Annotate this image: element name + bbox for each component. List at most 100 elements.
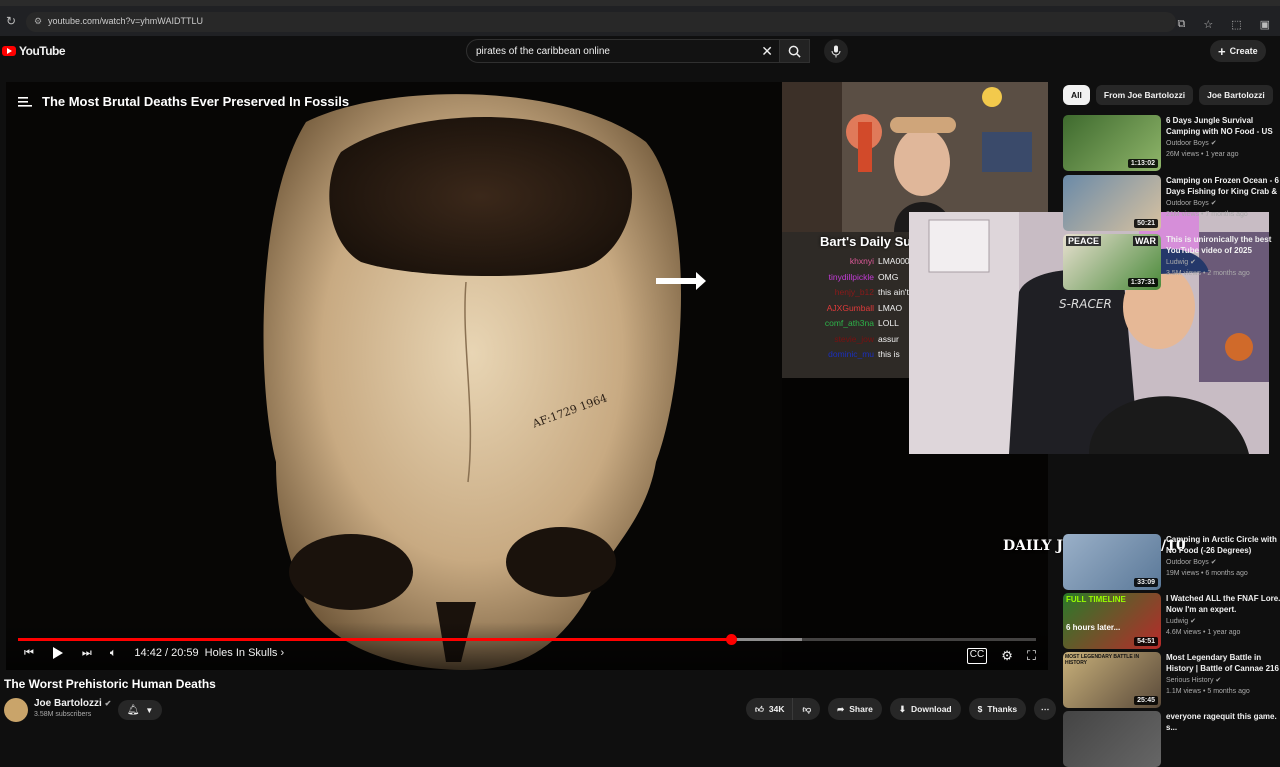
player-controls: ⏮ ⏭ 🔈︎ 14:42 / 20:59 Holes In Skulls › C… <box>6 622 1048 670</box>
recommendation-views: 21M views • 7 months ago <box>1166 211 1248 218</box>
chip-all[interactable]: All <box>1063 85 1090 105</box>
recommendation-channel[interactable]: Ludwig ✔ <box>1166 617 1196 625</box>
close-icon[interactable]: ✕ <box>761 43 773 60</box>
chip-channel[interactable]: Joe Bartolozzi <box>1199 85 1273 105</box>
chat-text: LOLL <box>878 318 899 328</box>
video-thumbnail[interactable]: MOST LEGENDARY BATTLE IN HISTORY 25:45 <box>1063 652 1161 708</box>
settings-gear-icon[interactable]: ⚙ <box>1001 648 1013 664</box>
download-icon: ⬇ <box>898 703 906 714</box>
create-button[interactable]: + Create <box>1210 40 1266 62</box>
recommendation-title[interactable]: Most Legendary Battle in History | Battl… <box>1166 652 1280 674</box>
chat-text: OMG <box>878 271 899 282</box>
thumb-text-hours: 6 hours later... <box>1066 623 1121 632</box>
like-button[interactable]: 👍︎ 34K <box>746 698 793 720</box>
recommendation-views: 19M views • 6 months ago <box>1166 570 1248 577</box>
chat-username: comf_ath3na <box>824 318 874 328</box>
bookmark-star-icon[interactable]: ☆ <box>1203 18 1213 31</box>
recommendation-title[interactable]: 6 Days Jungle Survival Camping with NO F… <box>1166 115 1280 137</box>
chevron-down-icon: ▼ <box>145 705 154 715</box>
sidebar-icon[interactable]: ▣ <box>1260 18 1270 31</box>
recommendation-item[interactable]: FULL TIMELINE 6 hours later... 54:51 I Watc… <box>1063 593 1280 649</box>
recommendation-item[interactable]: MOST LEGENDARY BATTLE IN HISTORY 25:45 Mos… <box>1063 652 1280 708</box>
recommendation-item[interactable]: everyone ragequit this game. s... <box>1063 711 1280 767</box>
chat-username: dominic_mu <box>828 349 874 359</box>
voice-search-button[interactable] <box>824 39 848 63</box>
youtube-play-icon <box>2 46 16 56</box>
channel-name[interactable]: Joe Bartolozzi ✔ <box>34 698 111 709</box>
search-input[interactable]: pirates of the caribbean online <box>476 46 610 57</box>
address-bar[interactable]: ⚙ youtube.com/watch?v=yhmWAIDTTLU <box>26 12 1176 32</box>
extensions-icon[interactable]: ⬚ <box>1231 18 1241 31</box>
avatar[interactable] <box>4 698 28 722</box>
previous-icon[interactable]: ⏮ <box>24 647 34 660</box>
video-actions: 👍︎ 34K 👎︎ ➦ Share ⬇ Download $ Thanks ⋯ <box>746 698 1057 720</box>
chat-text: this is <box>878 349 900 359</box>
recommendation-item[interactable]: 50:21 Camping on Frozen Ocean - 6 Days Fi… <box>1063 175 1280 231</box>
video-thumbnail[interactable]: FULL TIMELINE 6 hours later... 54:51 <box>1063 593 1161 649</box>
thumb-text-war: WAR <box>1133 236 1158 246</box>
chat-username: henjy_b12 <box>834 287 874 297</box>
video-thumbnail[interactable]: 33:09 <box>1063 534 1161 590</box>
recommendation-item[interactable]: 1:13:02 6 Days Jungle Survival Camping wi… <box>1063 115 1280 171</box>
address-url: youtube.com/watch?v=yhmWAIDTTLU <box>48 16 203 26</box>
subscriber-count: 3.58M subscribers <box>34 711 92 718</box>
recommendation-title[interactable]: everyone ragequit this game. s... <box>1166 711 1280 733</box>
chip-from-channel[interactable]: From Joe Bartolozzi <box>1095 85 1194 105</box>
next-icon[interactable]: ⏭ <box>82 647 92 660</box>
chat-text: LMAO <box>878 302 903 313</box>
recommendation-channel[interactable]: Outdoor Boys ✔ <box>1166 139 1217 147</box>
recommendation-views: 3.5M views • 2 months ago <box>1166 270 1250 277</box>
recommendation-channel[interactable]: Outdoor Boys ✔ <box>1166 558 1217 566</box>
fullscreen-icon[interactable]: ⛶ <box>1027 648 1036 664</box>
video-thumbnail[interactable]: PEACE WAR 1:37:31 <box>1063 234 1161 290</box>
more-actions-button[interactable]: ⋯ <box>1034 698 1057 720</box>
playlist-icon <box>18 96 32 107</box>
played-bar <box>18 638 731 641</box>
thumb-text-timeline: FULL TIMELINE <box>1066 595 1126 604</box>
video-thumbnail[interactable]: 1:13:02 <box>1063 115 1161 171</box>
video-thumbnail[interactable]: 50:21 <box>1063 175 1161 231</box>
thanks-button[interactable]: $ Thanks <box>968 698 1027 720</box>
recommendation-channel[interactable]: Outdoor Boys ✔ <box>1166 199 1217 207</box>
share-button[interactable]: ➦ Share <box>828 698 882 720</box>
youtube-logo[interactable]: YouTube <box>2 44 66 58</box>
recommendation-channel[interactable]: Serious History ✔ <box>1166 676 1221 684</box>
notification-bell-button[interactable]: 🔔︎ ▼ <box>118 700 162 720</box>
share-icon: ➦ <box>837 703 845 714</box>
bell-icon: 🔔︎ <box>126 704 140 716</box>
recommendation-views: 1.1M views • 5 months ago <box>1166 688 1250 695</box>
volume-icon[interactable]: 🔈︎ <box>110 647 117 660</box>
video-player[interactable]: AF:1729 1964 The Most Brutal Deaths Ever… <box>6 82 1048 670</box>
install-app-icon[interactable]: ⧉ <box>1177 18 1185 31</box>
captions-icon[interactable]: CC <box>966 648 988 664</box>
download-button[interactable]: ⬇ Download <box>889 698 961 720</box>
thumbs-up-icon: 👍︎ <box>755 703 764 714</box>
recommendation-title[interactable]: I Watched ALL the FNAF Lore. Now I'm an … <box>1166 593 1280 615</box>
recommendation-title[interactable]: This is unironically the best YouTube vi… <box>1166 234 1280 256</box>
skull-image: AF:1729 1964 <box>6 82 782 670</box>
more-icon: ⋯ <box>1040 703 1050 714</box>
recommendation-item[interactable]: PEACE WAR 1:37:31 This is unironically the … <box>1063 234 1280 290</box>
chapter-label[interactable]: Holes In Skulls › <box>205 647 284 659</box>
dislike-button[interactable]: 👎︎ <box>792 698 821 720</box>
duration-badge: 1:13:02 <box>1127 159 1158 168</box>
youtube-header: YouTube pirates of the caribbean online … <box>0 36 1280 66</box>
chat-username: stevie_jow <box>834 333 874 344</box>
recommendation-title[interactable]: Camping on Frozen Ocean - 6 Days Fishing… <box>1166 175 1280 197</box>
video-thumbnail[interactable] <box>1063 711 1161 767</box>
progress-bar[interactable] <box>18 634 1036 645</box>
site-info-icon[interactable]: ⚙ <box>34 16 42 27</box>
recommendation-channel[interactable]: Ludwig ✔ <box>1166 258 1196 266</box>
video-overlay-title: The Most Brutal Deaths Ever Preserved In… <box>18 94 349 109</box>
play-icon[interactable] <box>52 646 64 660</box>
recommendation-item[interactable]: 33:09 Camping in Arctic Circle with No Fo… <box>1063 534 1280 590</box>
reload-icon[interactable]: ↻ <box>6 14 20 28</box>
search-box[interactable]: pirates of the caribbean online ✕ <box>466 39 810 63</box>
recommendation-views: 4.6M views • 1 year ago <box>1166 629 1241 636</box>
scrubber-handle[interactable] <box>725 634 737 645</box>
search-button[interactable] <box>779 40 809 62</box>
search-icon <box>788 45 801 58</box>
duration-badge: 50:21 <box>1134 219 1158 228</box>
filter-chips: All From Joe Bartolozzi Joe Bartolozzi <box>1063 85 1273 105</box>
recommendation-title[interactable]: Camping in Arctic Circle with No Food (-… <box>1166 534 1280 556</box>
